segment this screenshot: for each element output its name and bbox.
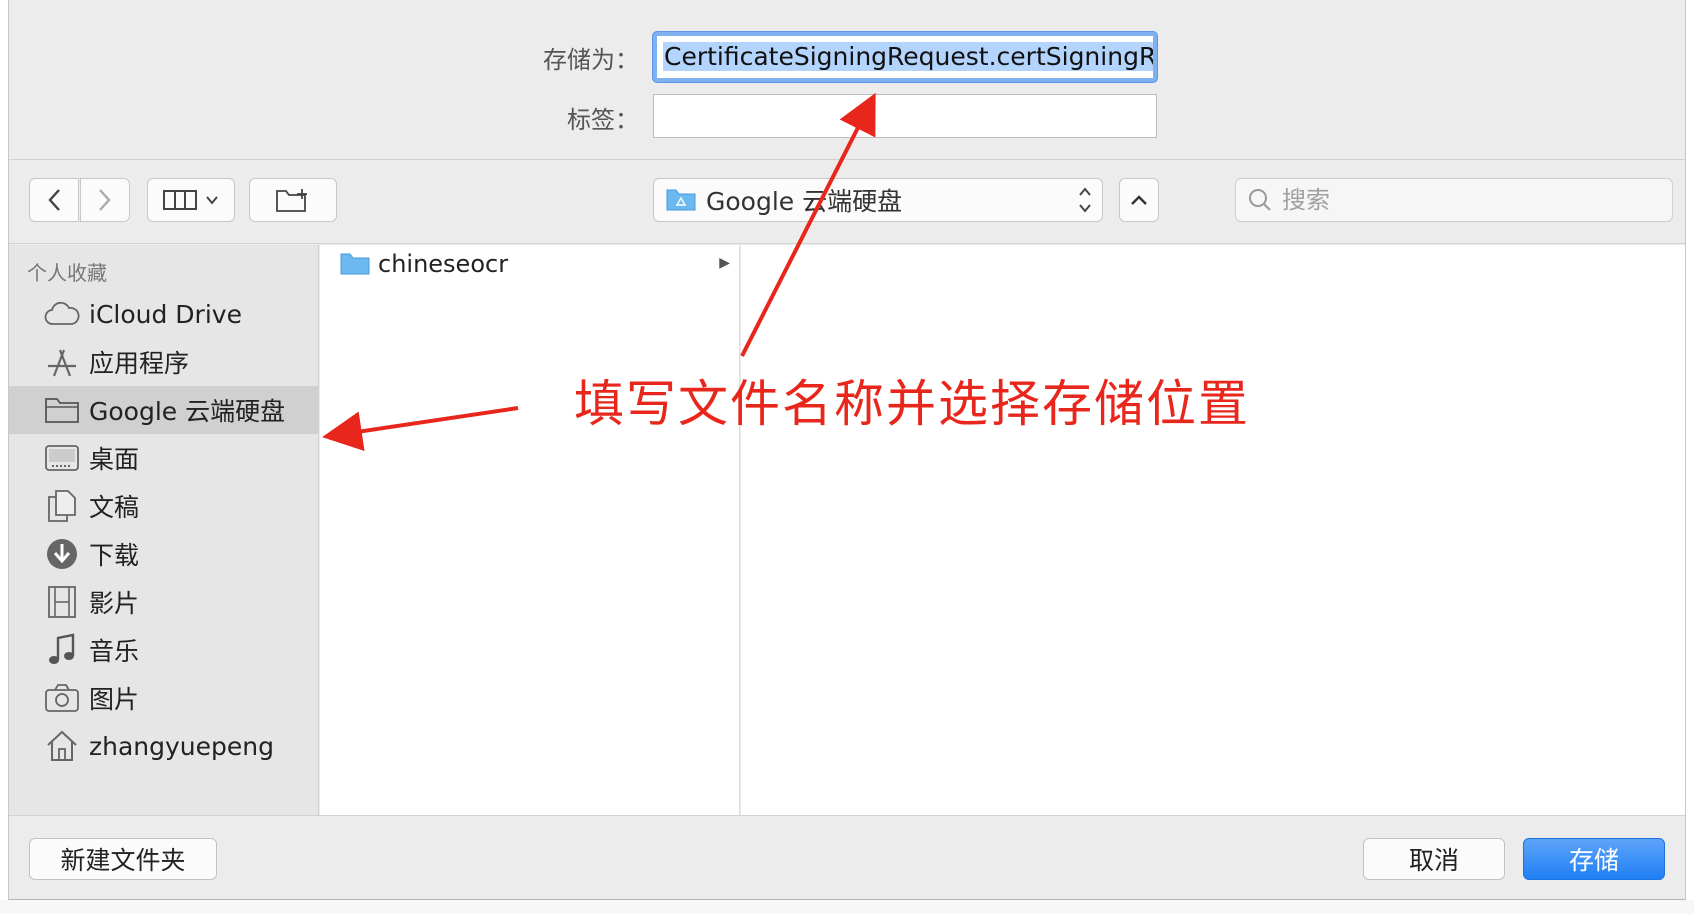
sidebar-item-movies[interactable]: 影片 <box>9 578 319 626</box>
chevron-right-icon <box>99 189 111 211</box>
save-button[interactable]: 存储 <box>1523 838 1665 880</box>
save-as-label: 存储为： <box>543 46 639 74</box>
location-label: Google 云端硬盘 <box>706 187 903 216</box>
folder-icon <box>43 393 81 427</box>
cancel-button[interactable]: 取消 <box>1363 838 1505 880</box>
sidebar-item-label: 下载 <box>89 541 140 570</box>
chevron-down-icon <box>206 196 218 205</box>
download-icon <box>43 537 81 571</box>
sidebar: 个人收藏 iCloud Drive 应用程序 Google 云端硬盘 桌面 文稿… <box>9 245 319 815</box>
sidebar-item-label: 影片 <box>89 589 140 618</box>
list-item[interactable]: chineseocr ▶ <box>320 247 740 281</box>
sidebar-item-label: 文稿 <box>89 493 140 522</box>
columns-view-icon <box>163 190 197 210</box>
camera-icon <box>43 681 81 715</box>
documents-icon <box>43 489 81 523</box>
annotation-text: 填写文件名称并选择存储位置 <box>574 375 1250 433</box>
sidebar-item-pictures[interactable]: 图片 <box>9 674 319 722</box>
chevron-up-icon <box>1131 195 1147 205</box>
toolbar: Google 云端硬盘 <box>9 160 1685 244</box>
sidebar-item-desktop[interactable]: 桌面 <box>9 434 319 482</box>
filename-value: CertificateSigningRequest.certSigningRe <box>663 42 1153 71</box>
save-dialog: 存储为： CertificateSigningRequest.certSigni… <box>8 0 1686 900</box>
cloud-icon <box>43 297 81 331</box>
background-window-strip <box>0 900 1694 914</box>
sidebar-item-label: zhangyuepeng <box>89 731 274 761</box>
filename-input[interactable]: CertificateSigningRequest.certSigningRe <box>653 32 1157 82</box>
sidebar-item-label: iCloud Drive <box>89 299 242 329</box>
file-column-2 <box>741 245 1685 815</box>
back-button[interactable] <box>29 178 79 222</box>
new-folder-toolbar-button[interactable] <box>249 178 337 222</box>
sidebar-item-music[interactable]: 音乐 <box>9 626 319 674</box>
tags-label: 标签： <box>567 106 639 134</box>
sidebar-item-home[interactable]: zhangyuepeng <box>9 722 319 770</box>
sidebar-item-icloud-drive[interactable]: iCloud Drive <box>9 290 319 338</box>
search-field[interactable] <box>1235 178 1673 222</box>
sidebar-item-label: 桌面 <box>89 445 140 474</box>
sidebar-item-google-drive[interactable]: Google 云端硬盘 <box>9 386 319 434</box>
search-icon <box>1249 189 1271 211</box>
forward-button[interactable] <box>80 178 130 222</box>
sidebar-item-downloads[interactable]: 下载 <box>9 530 319 578</box>
sidebar-item-label: Google 云端硬盘 <box>89 397 286 426</box>
new-folder-icon <box>276 189 307 212</box>
applications-icon <box>43 345 81 379</box>
file-name: chineseocr <box>378 250 509 278</box>
file-column-1: chineseocr ▶ <box>320 245 740 815</box>
view-mode-button[interactable] <box>147 178 235 222</box>
home-icon <box>43 729 81 763</box>
new-folder-button[interactable]: 新建文件夹 <box>29 838 217 880</box>
desktop-icon <box>43 441 81 475</box>
disclosure-triangle-icon: ▶ <box>719 255 730 271</box>
tags-input[interactable] <box>653 94 1157 138</box>
save-header: 存储为： CertificateSigningRequest.certSigni… <box>9 0 1685 160</box>
sidebar-item-label: 应用程序 <box>89 349 190 378</box>
folder-icon <box>340 253 370 275</box>
movies-icon <box>43 585 81 619</box>
sidebar-item-documents[interactable]: 文稿 <box>9 482 319 530</box>
chevron-left-icon <box>48 189 60 211</box>
expand-collapse-button[interactable] <box>1119 178 1159 222</box>
bottom-bar: 新建文件夹 取消 存储 <box>9 815 1685 899</box>
music-icon <box>43 633 81 667</box>
sidebar-item-label: 图片 <box>89 685 140 714</box>
google-drive-folder-icon <box>666 189 696 211</box>
updown-chevron-icon <box>1078 185 1092 219</box>
sidebar-heading: 个人收藏 <box>27 261 107 285</box>
sidebar-item-label: 音乐 <box>89 637 140 666</box>
location-popup[interactable]: Google 云端硬盘 <box>653 178 1103 222</box>
search-input[interactable] <box>1282 186 1662 214</box>
sidebar-item-applications[interactable]: 应用程序 <box>9 338 319 386</box>
